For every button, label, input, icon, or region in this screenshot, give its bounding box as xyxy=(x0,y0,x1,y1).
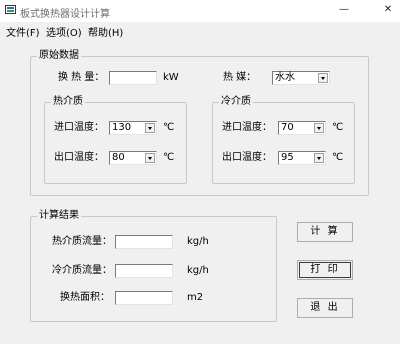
cold-outlet-label: 出口温度： xyxy=(222,152,272,163)
cold-inlet-label: 进口温度： xyxy=(222,122,272,133)
calculate-button[interactable]: 计 算 xyxy=(297,222,353,242)
hot-outlet-select[interactable]: 80 xyxy=(109,151,157,165)
hot-inlet-label: 进口温度： xyxy=(54,122,104,133)
result-legend: 计算结果 xyxy=(37,210,81,222)
cold-outlet-select[interactable]: 95 xyxy=(278,151,326,165)
heat-exchange-input[interactable] xyxy=(109,71,157,85)
cold-medium-group: 冷介质 xyxy=(212,96,355,184)
hot-medium-legend: 热介质 xyxy=(51,96,85,108)
chevron-down-icon[interactable] xyxy=(145,153,155,163)
area-label: 换热面积： xyxy=(60,292,110,303)
print-button[interactable]: 打 印 xyxy=(297,260,353,280)
menu-options[interactable]: 选项(O) xyxy=(46,24,82,39)
chevron-down-icon[interactable] xyxy=(314,123,324,133)
cold-outlet-unit: ℃ xyxy=(332,152,344,163)
heat-exchange-label: 换 热 量： xyxy=(58,72,105,83)
hot-flow-output[interactable] xyxy=(115,235,173,249)
cold-flow-output[interactable] xyxy=(115,264,173,278)
area-unit: m2 xyxy=(187,292,204,303)
hot-outlet-label: 出口温度： xyxy=(54,152,104,163)
close-button[interactable]: ✕ xyxy=(380,3,396,17)
cold-inlet-unit: ℃ xyxy=(332,122,344,133)
area-output[interactable] xyxy=(115,291,173,305)
cold-medium-legend: 冷介质 xyxy=(219,96,253,108)
app-icon xyxy=(5,5,16,14)
hot-outlet-unit: ℃ xyxy=(163,152,175,163)
cold-flow-unit: kg/h xyxy=(187,265,209,276)
heat-exchange-unit: kW xyxy=(163,72,179,83)
hot-inlet-unit: ℃ xyxy=(163,122,175,133)
title-bar: 板式换热器设计计算 — ✕ xyxy=(0,0,400,22)
window-title: 板式换热器设计计算 xyxy=(20,9,110,20)
hot-medium-group: 热介质 xyxy=(44,96,187,184)
hot-inlet-select[interactable]: 130 xyxy=(109,121,157,135)
medium-label: 热 媒： xyxy=(223,72,257,83)
menu-file[interactable]: 文件(F) xyxy=(6,24,40,39)
menu-bar: 文件(F) 选项(O) 帮助(H) xyxy=(0,22,400,39)
menu-help[interactable]: 帮助(H) xyxy=(88,24,123,39)
chevron-down-icon[interactable] xyxy=(145,123,155,133)
chevron-down-icon[interactable] xyxy=(314,153,324,163)
minimize-button[interactable]: — xyxy=(336,3,352,17)
cold-flow-label: 冷介质流量： xyxy=(52,265,112,276)
hot-flow-label: 热介质流量： xyxy=(52,236,112,247)
hot-flow-unit: kg/h xyxy=(187,236,209,247)
chevron-down-icon[interactable] xyxy=(318,73,328,83)
cold-inlet-select[interactable]: 70 xyxy=(278,121,326,135)
exit-button[interactable]: 退 出 xyxy=(297,298,353,318)
app-window: 板式换热器设计计算 — ✕ 文件(F) 选项(O) 帮助(H) 原始数据 换 热… xyxy=(0,0,400,344)
medium-select[interactable]: 水水 xyxy=(272,71,330,85)
original-data-legend: 原始数据 xyxy=(37,50,81,62)
